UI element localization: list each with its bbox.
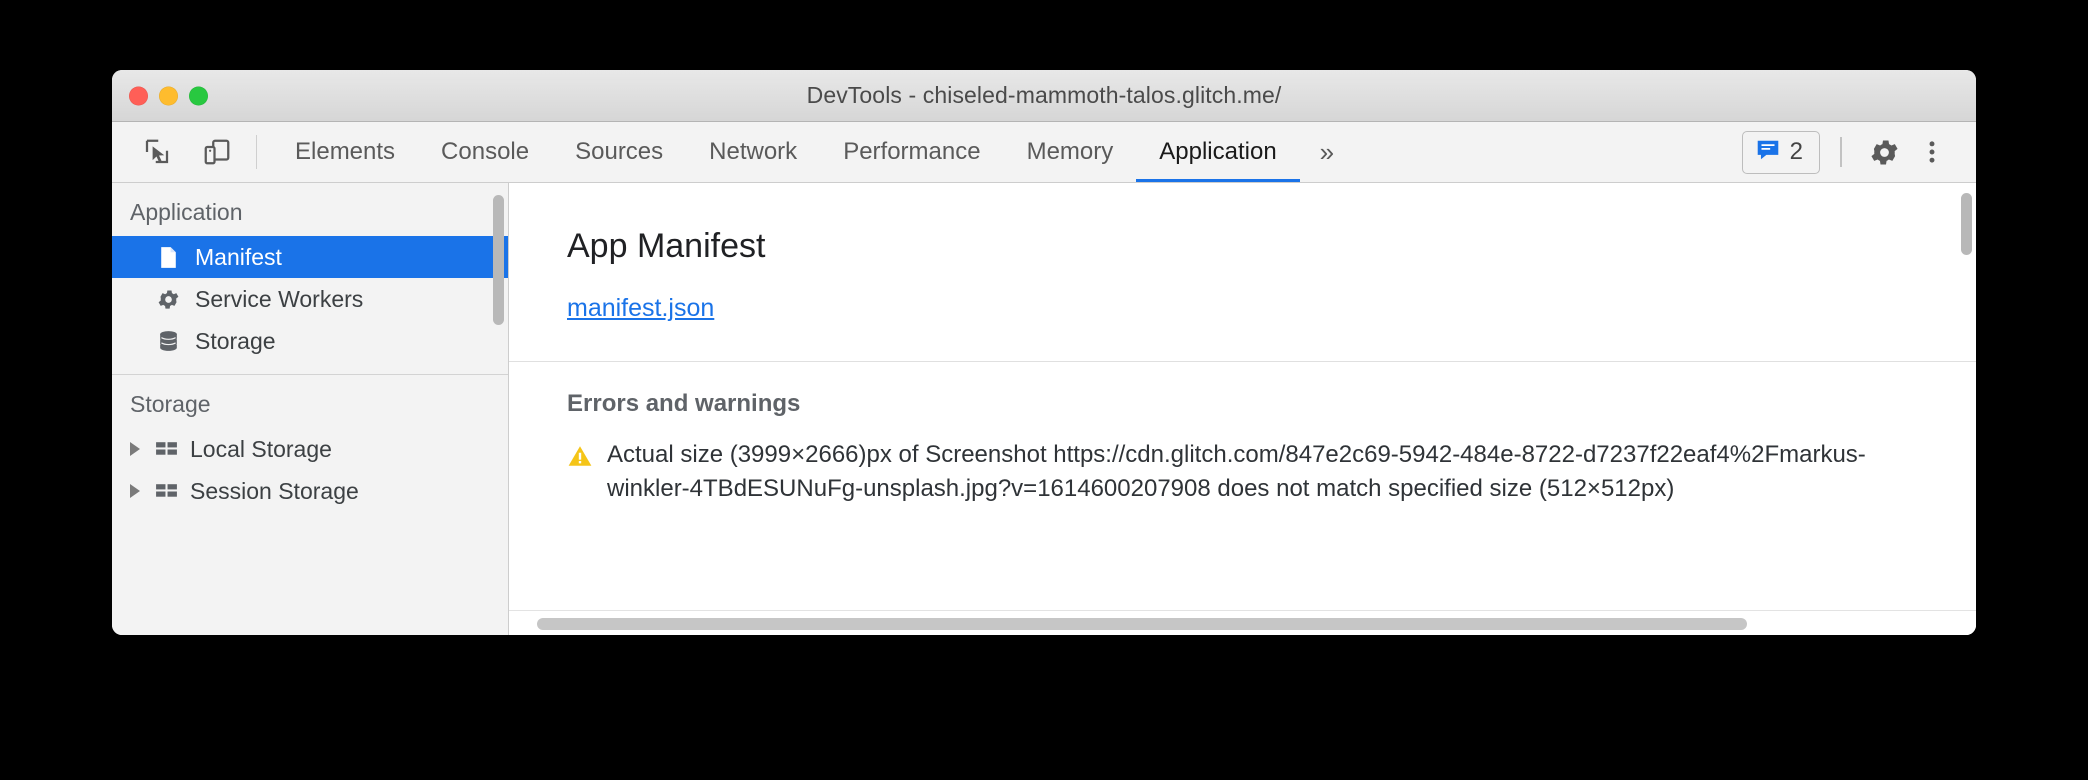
tab-label: Application <box>1159 138 1277 165</box>
tab-performance[interactable]: Performance <box>820 122 1003 182</box>
window-title: DevTools - chiseled-mammoth-talos.glitch… <box>806 82 1282 108</box>
manifest-json-link[interactable]: manifest.json <box>567 294 714 323</box>
sidebar-item-session-storage[interactable]: Session Storage <box>112 470 508 512</box>
main-vertical-scrollbar-thumb[interactable] <box>1961 193 1972 255</box>
sidebar-item-storage[interactable]: Storage <box>112 320 508 362</box>
sidebar-scrollbar-thumb[interactable] <box>493 195 504 325</box>
inspect-element-icon[interactable] <box>136 131 178 173</box>
tab-console[interactable]: Console <box>418 122 552 182</box>
minimize-window-button[interactable] <box>159 86 178 105</box>
sidebar-item-service-workers[interactable]: Service Workers <box>112 278 508 320</box>
tab-label: Memory <box>1026 138 1114 165</box>
console-message-badge[interactable]: 2 <box>1741 130 1820 174</box>
toolbar-divider <box>256 135 257 169</box>
main-horizontal-scrollbar[interactable] <box>509 610 1976 635</box>
devtools-toolbar: Elements Console Sources Network Perform… <box>112 122 1976 183</box>
sidebar-item-manifest[interactable]: Manifest <box>112 236 508 278</box>
page-title: App Manifest <box>567 227 766 265</box>
sidebar-item-label: Local Storage <box>190 435 332 462</box>
warning-triangle-icon <box>567 438 593 506</box>
toolbar-right-divider <box>1840 137 1842 167</box>
main-horizontal-scrollbar-thumb[interactable] <box>537 618 1747 630</box>
tab-memory[interactable]: Memory <box>1004 122 1137 182</box>
application-sidebar: Application Manifest Service Workers Sto… <box>112 183 509 635</box>
panel-tabs: Elements Console Sources Network Perform… <box>272 122 1354 182</box>
warning-message: Actual size (3999×2666)px of Screenshot … <box>607 441 1866 503</box>
tab-label: Console <box>441 138 530 165</box>
sidebar-section-title-storage: Storage <box>130 391 211 417</box>
tab-label: Sources <box>575 138 664 165</box>
warning-row: Actual size (3999×2666)px of Screenshot … <box>567 438 1976 506</box>
sidebar-item-local-storage[interactable]: Local Storage <box>112 428 508 470</box>
manifest-header-section: App Manifest manifest.json <box>509 183 1976 362</box>
database-icon <box>156 329 181 354</box>
tab-network[interactable]: Network <box>686 122 820 182</box>
document-icon <box>156 245 181 270</box>
more-tabs-icon[interactable]: » <box>1300 122 1354 182</box>
traffic-lights <box>129 86 208 105</box>
manifest-content: App Manifest manifest.json Errors and wa… <box>509 183 1976 506</box>
table-icon <box>154 479 179 504</box>
tab-sources[interactable]: Sources <box>552 122 686 182</box>
chevron-right-icon[interactable] <box>130 442 140 456</box>
sidebar-item-label: Manifest <box>195 243 282 270</box>
chevron-right-icon[interactable] <box>130 484 140 498</box>
device-toolbar-icon[interactable] <box>196 131 238 173</box>
message-count: 2 <box>1789 138 1803 165</box>
sidebar-section-title-application: Application <box>130 199 243 225</box>
close-window-button[interactable] <box>129 86 148 105</box>
tab-application[interactable]: Application <box>1136 122 1301 182</box>
manifest-panel: App Manifest manifest.json Errors and wa… <box>509 183 1976 635</box>
table-icon <box>154 437 179 462</box>
sidebar-item-label: Service Workers <box>195 285 364 312</box>
errors-and-warnings-heading: Errors and warnings <box>567 390 801 417</box>
gear-icon[interactable] <box>1862 130 1906 174</box>
tab-label: Network <box>709 138 798 165</box>
gear-icon <box>156 287 181 312</box>
errors-and-warnings-section: Errors and warnings Actual size (3999×26… <box>509 362 1976 506</box>
tab-elements[interactable]: Elements <box>272 122 418 182</box>
toolbar-right-group: 2 <box>1741 122 1976 182</box>
message-bubble-icon <box>1755 137 1781 168</box>
window-title-bar: DevTools - chiseled-mammoth-talos.glitch… <box>112 70 1976 122</box>
toolbar-icon-group <box>112 122 238 182</box>
tab-label: Elements <box>295 138 396 165</box>
sidebar-item-label: Session Storage <box>190 477 359 504</box>
tab-label: Performance <box>843 138 981 165</box>
kebab-menu-icon[interactable] <box>1910 130 1954 174</box>
devtools-body: Application Manifest Service Workers Sto… <box>112 183 1976 635</box>
maximize-window-button[interactable] <box>189 86 208 105</box>
devtools-window: DevTools - chiseled-mammoth-talos.glitch… <box>112 70 1976 635</box>
overflow-chevrons-label: » <box>1319 136 1335 167</box>
sidebar-item-label: Storage <box>195 327 276 354</box>
